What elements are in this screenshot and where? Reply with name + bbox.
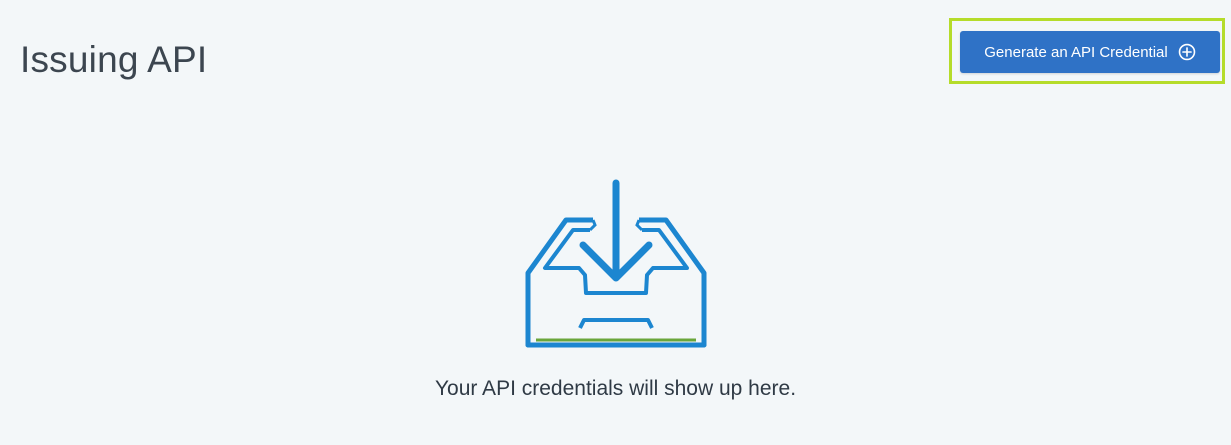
inbox-download-icon	[525, 179, 706, 348]
page-title: Issuing API	[20, 39, 208, 80]
generate-api-credential-button[interactable]: Generate an API Credential	[960, 31, 1220, 73]
page: Issuing API Generate an API Credential Y…	[0, 0, 1231, 445]
generate-api-credential-label: Generate an API Credential	[984, 43, 1168, 61]
empty-state	[0, 175, 1231, 355]
empty-state-message: Your API credentials will show up here.	[434, 377, 797, 400]
plus-circle-icon	[1178, 43, 1195, 61]
